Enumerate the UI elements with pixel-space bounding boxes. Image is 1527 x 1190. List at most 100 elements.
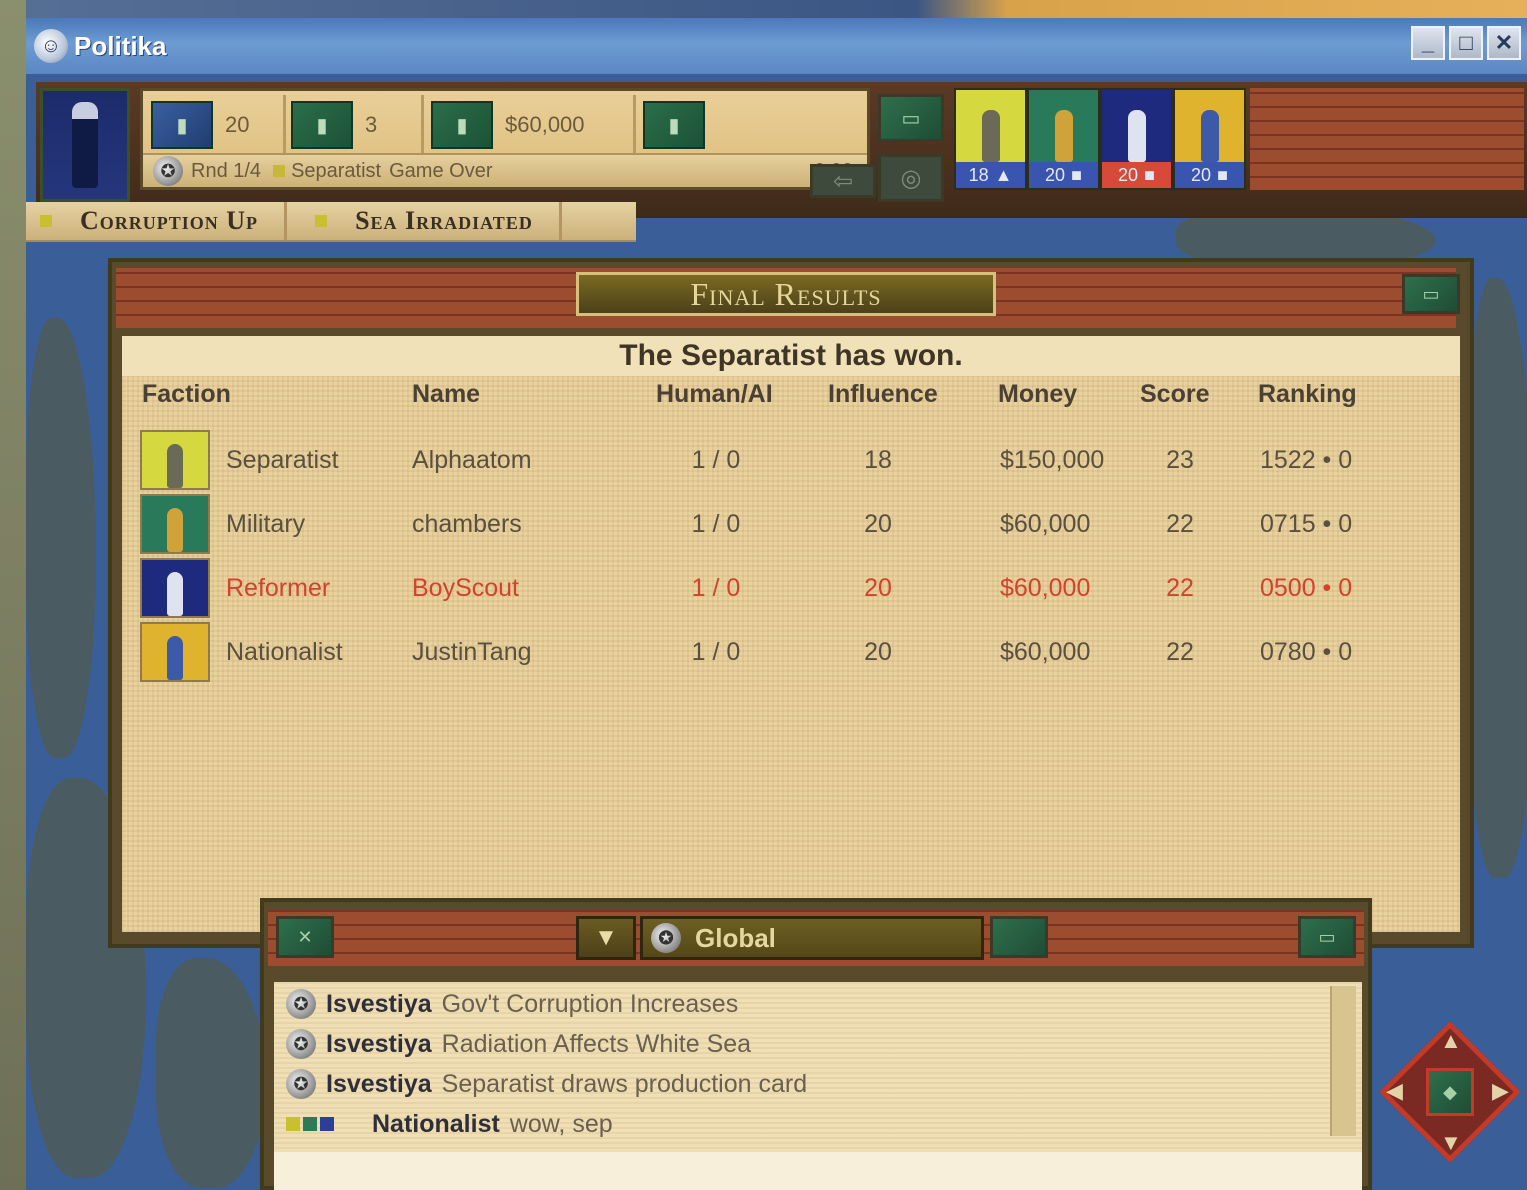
cell-human-ai: 1 / 0 <box>691 638 741 666</box>
cell-score: 22 <box>1166 574 1194 602</box>
gear-button[interactable]: ◎ <box>878 154 944 202</box>
cell-ranking: 1522 • 0 <box>1260 446 1353 474</box>
globe-icon: ✪ <box>286 989 316 1019</box>
action-stat[interactable]: ▮ <box>643 97 797 153</box>
cell-faction: Nationalist <box>226 638 343 666</box>
end-turn-button[interactable]: ⇦ <box>810 164 876 198</box>
dialog-close-button[interactable]: ▭ <box>1402 274 1460 314</box>
money-value: $60,000 <box>505 112 585 137</box>
navigator-center-button[interactable]: ◆ <box>1426 1068 1474 1116</box>
money-stat: ▮ $60,000 <box>431 97 625 153</box>
chat-message: ✪ Isvestiya Radiation Affects White Sea <box>274 1024 751 1064</box>
table-row: Separatist Alphaatom 1 / 0 18 $150,000 2… <box>122 430 1460 492</box>
pan-right-icon[interactable]: ▶ <box>1492 1078 1509 1104</box>
faction-card-nationalist[interactable]: 20 ■ <box>1173 88 1246 190</box>
window-controls: _ □ ✕ <box>1411 26 1521 60</box>
faction-card-military[interactable]: 20 ■ <box>1027 88 1100 190</box>
stat-divider <box>633 95 636 155</box>
column-header-influence: Influence <box>828 380 938 408</box>
close-button[interactable]: ✕ <box>1487 26 1521 60</box>
message-text: wow, sep <box>509 1109 613 1138</box>
cell-influence: 18 <box>864 446 892 474</box>
nationalist-portrait <box>1175 90 1244 162</box>
faction-overview-strip: 18 ▲ 20 ■ 20 ■ 20 ■ <box>954 88 1246 190</box>
message-text: Separatist draws production card <box>441 1069 808 1098</box>
reformer-influence: 20 ■ <box>1102 162 1171 188</box>
table-row: Nationalist JustinTang 1 / 0 20 $60,000 … <box>122 622 1460 684</box>
cell-human-ai: 1 / 0 <box>691 446 741 474</box>
chat-channel-select[interactable]: ✪ Global <box>640 916 984 960</box>
square-icon: ■ <box>1217 164 1228 185</box>
flag-blue-icon <box>320 1117 334 1131</box>
map-navigator[interactable]: ▲ ▼ ◀ ▶ ◆ <box>1379 1021 1521 1163</box>
nationalist-count: 20 <box>1191 164 1212 185</box>
globe-icon: ✪ <box>153 156 183 186</box>
pan-up-icon[interactable]: ▲ <box>1440 1028 1462 1054</box>
cell-ranking: 0715 • 0 <box>1260 510 1353 538</box>
nationalist-influence: 20 ■ <box>1175 162 1244 188</box>
player-leader-portrait[interactable] <box>40 88 130 202</box>
cell-ranking: 0780 • 0 <box>1260 638 1353 666</box>
column-header-ranking: Ranking <box>1258 380 1357 408</box>
round-indicator: Rnd 1/4 <box>191 159 262 182</box>
influence-icon: ▮ <box>151 101 213 149</box>
game-status-line: ✪ Rnd 1/4 Separatist Game Over 0:00 <box>143 153 867 187</box>
faction-flags-icon <box>286 1117 334 1131</box>
stat-divider <box>283 95 286 155</box>
military-portrait <box>1029 90 1098 162</box>
cell-name: JustinTang <box>412 638 532 666</box>
cell-score: 22 <box>1166 510 1194 538</box>
chat-collapse-button[interactable]: ✕ <box>276 916 334 958</box>
faction-marker-icon <box>273 165 286 177</box>
chat-maximize-button[interactable]: ▭ <box>1298 916 1356 958</box>
message-source: Isvestiya <box>326 989 432 1018</box>
military-portrait <box>140 494 210 554</box>
cell-name: BoyScout <box>412 574 520 602</box>
desktop-left-strip <box>0 0 26 1190</box>
event-label: Corruption Up <box>80 206 259 235</box>
column-header-human-ai: Human/AI <box>656 380 773 408</box>
chat-channel-label: Global <box>695 922 776 953</box>
cell-faction: Military <box>226 510 306 538</box>
chat-input[interactable] <box>274 1152 1362 1190</box>
faction-card-reformer[interactable]: 20 ■ <box>1100 88 1173 190</box>
map-view-button[interactable]: ▭ <box>878 94 944 142</box>
maximize-button[interactable]: □ <box>1449 26 1483 60</box>
table-row-current-player: Reformer BoyScout 1 / 0 20 $60,000 22 05… <box>122 558 1460 620</box>
cell-human-ai: 1 / 0 <box>691 510 741 538</box>
chat-log[interactable]: ✪ Isvestiya Gov't Corruption Increases ✪… <box>274 982 1362 1190</box>
faction-card-separatist[interactable]: 18 ▲ <box>954 88 1027 190</box>
minimize-button[interactable]: _ <box>1411 26 1445 60</box>
pan-down-icon[interactable]: ▼ <box>1440 1130 1462 1156</box>
game-toolbar: ▮ 20 ▮ 3 ▮ $60,000 ▮ ✪ Rnd 1/4 Separatis… <box>36 82 1527 218</box>
cell-score: 23 <box>1166 446 1194 474</box>
message-text: Radiation Affects White Sea <box>441 1029 752 1058</box>
action-icon[interactable]: ▮ <box>643 101 705 149</box>
chat-header: ✕ ▼ ✪ Global ▭ <box>264 902 1368 972</box>
reformer-count: 20 <box>1118 164 1139 185</box>
flag-yellow-icon <box>286 1117 300 1131</box>
map-landmass <box>26 318 96 758</box>
leader-figure-icon <box>72 102 98 188</box>
results-panel: The Separatist has won. Faction Name Hum… <box>122 336 1460 932</box>
square-icon: ■ <box>1144 164 1155 185</box>
column-header-faction: Faction <box>142 380 231 408</box>
reformer-portrait <box>140 558 210 618</box>
chevron-down-icon[interactable]: ▼ <box>576 916 636 960</box>
event-marker-icon <box>315 215 328 227</box>
nationalist-figure-icon <box>167 636 183 680</box>
globe-icon: ✪ <box>651 923 681 953</box>
pan-left-icon[interactable]: ◀ <box>1386 1078 1403 1104</box>
final-results-dialog: Final Results ▭ The Separatist has won. … <box>108 258 1474 948</box>
event-corruption-up[interactable]: Corruption Up <box>26 202 288 240</box>
chat-message: Nationalist wow, sep <box>274 1104 613 1144</box>
separatist-portrait <box>140 430 210 490</box>
event-sea-irradiated[interactable]: Sea Irradiated <box>287 202 562 240</box>
globe-app-icon: ☺ <box>34 29 68 63</box>
title-bar: ☺ Politika _ □ ✕ <box>26 18 1527 74</box>
brick-wall-decoration <box>1250 88 1524 190</box>
separatist-portrait <box>956 90 1025 162</box>
chat-scrollbar[interactable] <box>1330 986 1356 1136</box>
chat-send-button[interactable] <box>990 916 1048 958</box>
map-landmass <box>1466 278 1527 878</box>
